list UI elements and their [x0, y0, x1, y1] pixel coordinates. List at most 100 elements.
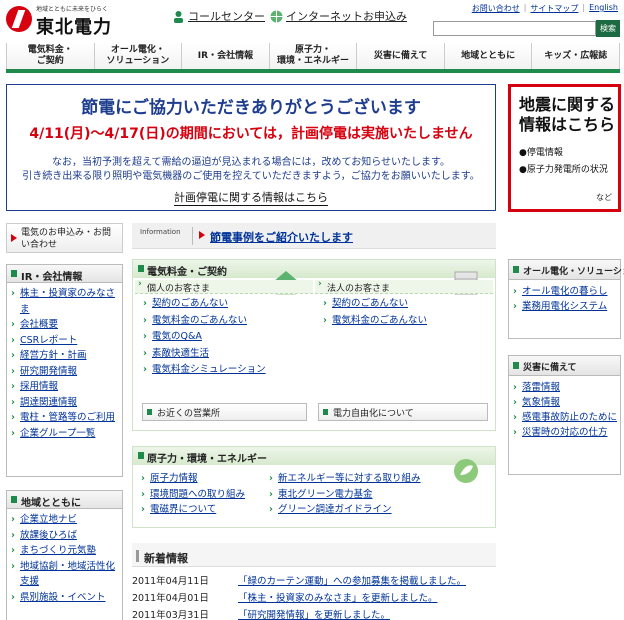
personal-link[interactable]: 電気料金のごあんない [152, 315, 247, 326]
logo[interactable]: 地域とともに未来をひらく 東北電力 [6, 4, 116, 38]
nuclear-link[interactable]: 環境問題への取り組み [150, 489, 245, 500]
ir-link[interactable]: 企業グループ一覧 [20, 428, 95, 439]
nav-label: オール電化・ ソリューション [106, 45, 170, 66]
all-electric-link[interactable]: 業務用電化システム [522, 301, 607, 312]
disaster-link[interactable]: 災害時の対応の仕方 [522, 427, 608, 438]
disaster-link[interactable]: 落雷情報 [522, 382, 560, 393]
personal-link[interactable]: 契約のごあんない [152, 298, 228, 309]
nav-label: 地域とともに [461, 50, 516, 61]
corporate-link[interactable]: 電気料金のごあんない [332, 315, 427, 326]
banner-text: 引き続き出来る限り照明や電気機器のご使用を控えていただきますよう，ご協力をお願い… [22, 171, 480, 182]
personal-link[interactable]: 電気料金シミュレーション [152, 364, 266, 375]
news-title: 新着情報 [132, 543, 496, 567]
ir-title[interactable]: IR・会社情報 [7, 265, 122, 283]
person-icon [174, 10, 183, 23]
divider: | [523, 3, 527, 12]
disaster-link[interactable]: 感電事故防止のために [522, 412, 617, 423]
region-link[interactable]: 企業立地ナビ [20, 514, 77, 525]
ir-link[interactable]: 株主・投資家のみなさま [20, 288, 115, 315]
earthquake-title: 地震に関する情報はこちら [519, 95, 616, 134]
nearby-office-button[interactable]: お近くの営業所 [142, 403, 307, 421]
corporate-link[interactable]: 契約のごあんない [332, 298, 408, 309]
ir-link[interactable]: 調達関連情報 [20, 397, 77, 408]
globe-icon [270, 10, 283, 22]
apply-inquiry-button[interactable]: 電気のお申込み・お問い合わせ [6, 223, 123, 253]
logo-mark-icon [6, 6, 32, 32]
news-link[interactable]: 「株主・投資家のみなさま」を更新しました。 [238, 590, 438, 604]
nav-disaster[interactable]: 災害に備えて [357, 43, 445, 69]
nav-label: キッズ・広報誌 [544, 50, 608, 61]
banner-link-label: 計画停電に関する情報はこちら [174, 191, 328, 206]
region-link[interactable]: 県別施設・イベント [20, 592, 106, 603]
info-link[interactable]: 節電事例をご紹介いたします [210, 229, 353, 245]
nuclear-link[interactable]: グリーン調達ガイドライン [278, 504, 392, 515]
earthquake-info-box[interactable]: 地震に関する情報はこちら ●停電情報 ●原子力発電所の状況 など [508, 84, 621, 212]
news-row: 2011年04月11日 「緑のカーテン運動」への参加募集を掲載しました。 [132, 571, 496, 588]
nuclear-status-link[interactable]: ●原子力発電所の状況 [519, 162, 618, 175]
nav-rates[interactable]: 電気料金・ ご契約 [6, 43, 95, 69]
corporate-title[interactable]: 法人のお客さま [315, 279, 493, 294]
search-button[interactable]: 検索 [596, 20, 620, 37]
personal-link[interactable]: 電気のQ&A [152, 331, 202, 342]
divider: | [582, 3, 586, 12]
region-link[interactable]: まちづくり元気塾 [20, 545, 96, 556]
search-input[interactable] [433, 21, 596, 36]
nav-kids[interactable]: キッズ・広報誌 [532, 43, 621, 69]
internet-apply-link[interactable]: インターネットお申込み [270, 8, 407, 24]
information-bar: Information 節電事例をご紹介いたします [132, 223, 496, 249]
contact-link[interactable]: お問い合わせ [472, 3, 520, 14]
nav-label: 災害に備えて [373, 50, 428, 61]
logo-name: 東北電力 [36, 17, 112, 38]
news-date: 2011年04月11日 [132, 575, 209, 587]
ir-link[interactable]: 研究開発情報 [20, 366, 77, 377]
ir-link[interactable]: CSRレポート [20, 335, 77, 346]
nuclear-link[interactable]: 新エネルギー等に対する取り組み [278, 473, 421, 484]
info-label: Information [140, 228, 181, 236]
etc-label: など [596, 193, 612, 202]
call-center-link[interactable]: コールセンター [172, 8, 265, 24]
disaster-link[interactable]: 気象情報 [522, 397, 560, 408]
personal-link[interactable]: 素敵快適生活 [152, 348, 209, 359]
region-link[interactable]: 地域協創・地域活性化支援 [20, 561, 115, 588]
region-box: 地域とともに 企業立地ナビ 放課後ひろば まちづくり元気塾 地域協創・地域活性化… [6, 490, 123, 620]
disaster-title[interactable]: 災害に備えて [509, 356, 620, 376]
banner-headline: 節電にご協力いただきありがとうございます [81, 98, 421, 118]
ir-link[interactable]: 採用情報 [20, 381, 58, 392]
ir-link[interactable]: 経営方針・計画 [20, 350, 87, 361]
rates-title[interactable]: 電気料金・ご契約 [133, 260, 495, 278]
news-link[interactable]: 「研究開発情報」を更新しました。 [238, 607, 390, 620]
all-electric-title[interactable]: オール電化・ソリューション [509, 260, 624, 280]
logo-tagline: 地域とともに未来をひらく [36, 6, 109, 13]
nuclear-col2: 新エネルギー等に対する取り組み 東北グリーン電力基金 グリーン調達ガイドライン [269, 471, 489, 518]
nuclear-link[interactable]: 原子力情報 [150, 473, 198, 484]
all-electric-link[interactable]: オール電化の暮らし [522, 286, 608, 297]
banner-notice: 4/11(月)～4/17(日)の期間においては，計画停電は実施いたしません [29, 126, 473, 142]
ir-link[interactable]: 電柱・管路等のご利用 [20, 412, 115, 423]
banner-link[interactable]: 計画停電に関する情報はこちら [7, 189, 495, 206]
personal-title[interactable]: 個人のお客さま [135, 279, 313, 294]
utility-links: お問い合わせ | サイトマップ | English [472, 3, 618, 14]
personal-section: 個人のお客さま 契約のごあんない 電気料金のごあんない 電気のQ&A 素敵快適生… [135, 279, 313, 378]
call-center-label: コールセンター [188, 10, 265, 23]
region-title[interactable]: 地域とともに [7, 491, 122, 509]
nuclear-title[interactable]: 原子力・環境・エネルギー [133, 447, 495, 465]
liberalization-button[interactable]: 電力自由化について [318, 403, 488, 421]
internet-apply-label: インターネットお申込み [286, 10, 407, 23]
arrow-icon [199, 231, 205, 239]
nuclear-box: 原子力・環境・エネルギー 原子力情報 環境問題への取り組み 電磁界について 新エ… [132, 446, 496, 528]
outage-info-link[interactable]: ●停電情報 [519, 145, 618, 158]
nav-ir[interactable]: IR・会社情報 [182, 43, 270, 69]
ir-link[interactable]: 会社概要 [20, 319, 58, 330]
corporate-section: 法人のお客さま 契約のごあんない 電気料金のごあんない [315, 279, 493, 360]
nuclear-link[interactable]: 電磁界について [150, 504, 216, 515]
power-saving-banner[interactable]: 節電にご協力いただきありがとうございます 4/11(月)～4/17(日)の期間に… [6, 84, 496, 211]
sitemap-link[interactable]: サイトマップ [530, 3, 578, 14]
english-link[interactable]: English [589, 3, 618, 14]
all-electric-box: オール電化・ソリューション オール電化の暮らし 業務用電化システム [508, 259, 624, 339]
nav-all-electric[interactable]: オール電化・ ソリューション [94, 43, 183, 69]
nuclear-link[interactable]: 東北グリーン電力基金 [278, 489, 373, 500]
news-link[interactable]: 「緑のカーテン運動」への参加募集を掲載しました。 [238, 573, 466, 587]
region-link[interactable]: 放課後ひろば [20, 530, 77, 541]
nav-nuclear[interactable]: 原子力・ 環境・エネルギー [269, 43, 358, 69]
nav-region[interactable]: 地域とともに [444, 43, 533, 69]
